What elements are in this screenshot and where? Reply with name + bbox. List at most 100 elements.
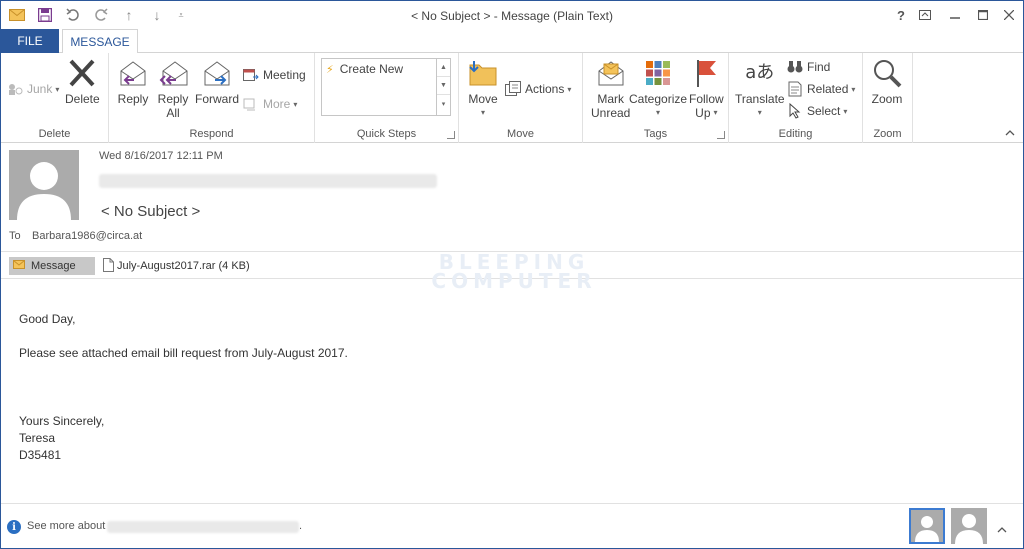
quick-steps-group: ⚡ Create New ▲ ▼ ▾ Quick Steps <box>315 53 459 143</box>
message-body: Good Day, Please see attached email bill… <box>19 311 999 464</box>
delete-group: Junk ▾ Delete Delete <box>1 53 109 143</box>
people-pane: i See more about . <box>1 503 1023 548</box>
file-icon <box>103 257 114 275</box>
tab-file[interactable]: FILE <box>1 29 59 53</box>
see-more-dot: . <box>299 520 303 532</box>
follow-label-2: Up <box>695 106 711 120</box>
to-recipient[interactable]: Barbara1986@circa.at <box>32 230 142 242</box>
quick-steps-scrollbar[interactable]: ▲ ▼ ▾ <box>436 59 450 115</box>
categorize-button[interactable]: Categorize ▾ <box>629 57 687 120</box>
flag-icon <box>690 57 722 89</box>
message-date: Wed 8/16/2017 12:11 PM <box>99 150 223 162</box>
actions-icon <box>505 81 521 97</box>
tab-message[interactable]: MESSAGE <box>62 29 138 54</box>
create-new-quick-step[interactable]: ⚡ Create New <box>326 62 403 76</box>
lightning-icon: ⚡ <box>326 63 334 76</box>
mark-unread-button[interactable]: Mark Unread <box>591 57 630 120</box>
sender-avatar <box>9 150 79 220</box>
attachment-file[interactable]: July-August2017.rar (4 KB) <box>103 257 250 275</box>
see-more-label[interactable]: See more about <box>27 520 105 532</box>
mark-label-1: Mark <box>597 92 625 106</box>
zoom-group-label: Zoom <box>873 128 902 140</box>
categorize-label: Categorize <box>629 92 688 106</box>
body-code: D35481 <box>19 448 62 462</box>
tags-group: Mark Unread Categorize ▾ Follow Up ▾ Tags <box>583 53 729 143</box>
meeting-button[interactable]: Meeting <box>243 65 306 85</box>
create-new-label: Create New <box>339 62 404 76</box>
translate-button[interactable]: aあ Translate ▾ <box>735 57 785 120</box>
delete-label: Delete <box>65 92 100 106</box>
reply-button[interactable]: Reply <box>117 57 149 106</box>
zoom-group: Zoom Zoom <box>863 53 913 143</box>
attachment-file-label: July-August2017.rar (4 KB) <box>117 260 250 272</box>
message-body-tab[interactable]: Message <box>9 257 95 275</box>
move-label: Move <box>468 92 498 106</box>
collapse-people-pane-icon[interactable] <box>997 522 1007 536</box>
move-group: Move ▾ Actions ▾ Move <box>459 53 583 143</box>
body-line1: Please see attached email bill request f… <box>19 346 348 360</box>
body-closing: Yours Sincerely, <box>19 414 105 428</box>
zoom-button[interactable]: Zoom <box>871 57 903 106</box>
select-button[interactable]: Select ▾ <box>787 101 847 121</box>
ribbon-tabs: FILE MESSAGE <box>1 29 1023 54</box>
window-title: < No Subject > - Message (Plain Text) <box>411 9 613 23</box>
find-button[interactable]: Find <box>787 57 830 77</box>
meeting-label: Meeting <box>263 68 306 82</box>
follow-up-button[interactable]: Follow Up ▾ <box>689 57 724 120</box>
delete-button[interactable]: Delete <box>65 57 100 106</box>
move-button[interactable]: Move ▾ <box>467 57 499 120</box>
find-label: Find <box>807 60 831 74</box>
body-name: Teresa <box>19 431 56 445</box>
select-label: Select <box>807 104 841 118</box>
help-button[interactable]: ? <box>889 5 913 25</box>
folder-icon <box>467 57 499 89</box>
respond-group-label: Respond <box>189 128 234 140</box>
reply-all-label-1: Reply <box>157 92 189 106</box>
meeting-icon <box>243 67 259 83</box>
expand-gallery-icon[interactable]: ▾ <box>437 95 450 113</box>
people-avatar-selected[interactable] <box>909 508 945 544</box>
delete-icon <box>66 57 98 89</box>
delete-group-label: Delete <box>38 128 71 140</box>
collapse-ribbon-icon[interactable] <box>1005 128 1015 138</box>
mark-unread-icon <box>595 57 627 89</box>
respond-group: Reply Reply All Forward Meeting More ▾ R… <box>109 53 315 143</box>
reply-all-icon <box>157 57 189 89</box>
forward-icon <box>201 57 233 89</box>
ribbon-display-button[interactable] <box>913 5 937 25</box>
ribbon: Junk ▾ Delete Delete Reply Reply All For… <box>1 53 1023 143</box>
scroll-down-icon[interactable]: ▼ <box>437 77 450 95</box>
more-respond-button[interactable]: More ▾ <box>243 94 297 114</box>
sender-redacted <box>99 174 437 188</box>
related-button[interactable]: Related ▾ <box>787 79 855 99</box>
forward-button[interactable]: Forward <box>195 57 239 106</box>
watermark-line2: COMPUTER <box>431 269 597 293</box>
reply-label: Reply <box>117 92 149 106</box>
reply-all-button[interactable]: Reply All <box>157 57 189 120</box>
tags-group-label: Tags <box>643 128 668 140</box>
reply-icon <box>117 57 149 89</box>
people-avatar[interactable] <box>951 508 987 544</box>
message-tab-label: Message <box>31 260 76 272</box>
message-subject: < No Subject > <box>101 203 201 220</box>
categorize-icon <box>642 57 674 89</box>
scroll-up-icon[interactable]: ▲ <box>437 59 450 77</box>
maximize-button[interactable] <box>971 5 995 25</box>
see-more-redacted <box>107 521 299 533</box>
forward-label: Forward <box>195 92 240 106</box>
translate-icon: aあ <box>745 62 775 83</box>
related-icon <box>787 81 803 97</box>
outlook-message-window: ↑ ↓ ⩡ < No Subject > - Message (Plain Te… <box>0 0 1024 549</box>
quick-steps-gallery[interactable]: ⚡ Create New ▲ ▼ ▾ <box>321 58 451 116</box>
junk-icon <box>7 81 23 97</box>
translate-label: Translate <box>735 92 785 106</box>
quick-steps-group-label: Quick Steps <box>356 128 417 140</box>
minimize-button[interactable] <box>943 5 967 25</box>
zoom-label: Zoom <box>871 92 903 106</box>
body-greeting: Good Day, <box>19 312 76 326</box>
junk-button[interactable]: Junk ▾ <box>7 79 59 99</box>
close-button[interactable] <box>997 5 1021 25</box>
info-icon: i <box>7 520 21 534</box>
actions-button[interactable]: Actions ▾ <box>505 79 571 99</box>
binoculars-icon <box>787 59 803 75</box>
